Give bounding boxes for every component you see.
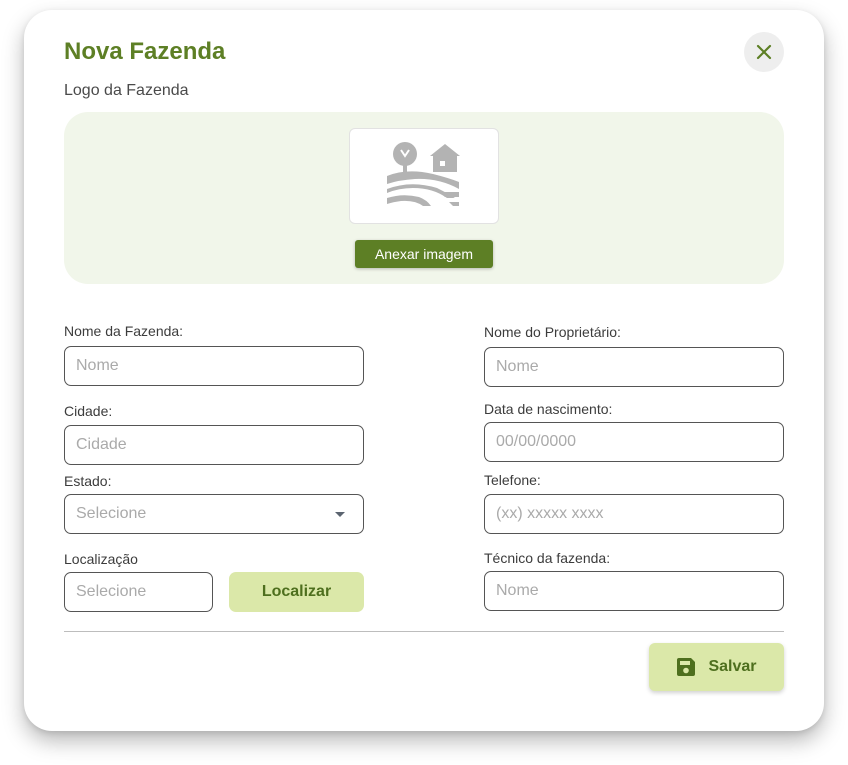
caret-down-icon (335, 511, 345, 517)
technician-label: Técnico da fazenda: (484, 550, 611, 566)
birth-date-label: Data de nascimento: (484, 401, 613, 417)
location-field[interactable] (64, 572, 213, 612)
state-select-value: Selecione (76, 505, 147, 522)
location-input[interactable] (76, 583, 212, 601)
logo-upload-area: Anexar imagem (64, 112, 784, 284)
technician-input[interactable] (496, 582, 783, 600)
owner-name-label: Nome do Proprietário: (484, 324, 621, 340)
save-button[interactable]: Salvar (649, 643, 784, 691)
city-field[interactable] (64, 425, 364, 465)
farm-name-label: Nome da Fazenda: (64, 323, 184, 339)
birth-date-field[interactable] (484, 422, 784, 462)
modal-title: Nova Fazenda (64, 38, 226, 65)
new-farm-modal: Nova Fazenda Logo da Fazenda Anexar imag… (24, 10, 824, 731)
city-input[interactable] (76, 436, 363, 454)
phone-input[interactable] (496, 505, 783, 523)
attach-image-button[interactable]: Anexar imagem (355, 240, 493, 268)
save-label: Salvar (708, 658, 757, 675)
close-icon (756, 44, 772, 60)
city-label: Cidade: (64, 403, 113, 419)
birth-date-input[interactable] (496, 433, 783, 451)
state-label: Estado: (64, 473, 112, 489)
state-select[interactable]: Selecione (64, 494, 364, 534)
farm-name-input[interactable] (76, 357, 363, 375)
phone-label: Telefone: (484, 472, 541, 488)
owner-name-field[interactable] (484, 347, 784, 387)
close-button[interactable] (744, 32, 784, 72)
floppy-disk-icon (677, 658, 696, 676)
owner-name-input[interactable] (496, 358, 783, 376)
farm-landscape-icon (387, 142, 460, 206)
farm-name-field[interactable] (64, 346, 364, 386)
technician-field[interactable] (484, 571, 784, 611)
logo-preview (349, 128, 499, 224)
locate-button[interactable]: Localizar (229, 572, 364, 612)
phone-field[interactable] (484, 494, 784, 534)
footer-divider (64, 631, 784, 632)
location-label: Localização (64, 551, 138, 567)
logo-label: Logo da Fazenda (64, 82, 189, 99)
